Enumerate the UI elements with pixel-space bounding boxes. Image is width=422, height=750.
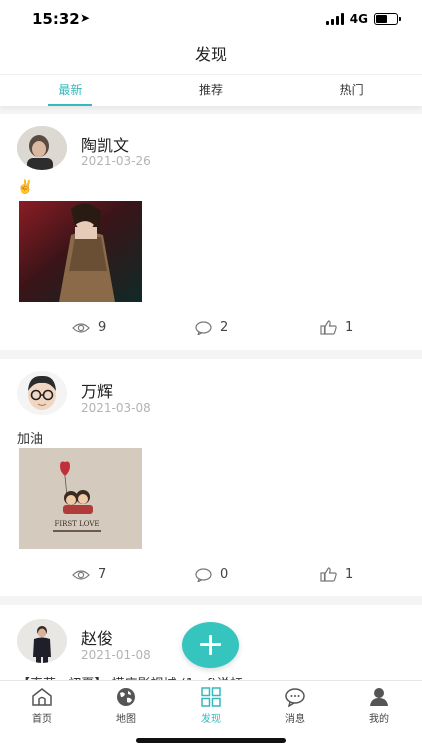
network-type: 4G [349, 12, 368, 26]
page-title: 发现 [194, 45, 227, 64]
eye-icon [72, 322, 90, 333]
grid-icon [201, 687, 221, 707]
post-card[interactable]: 万辉 2021-03-08 加油 FIRST LOVE 7 0 1 [0, 359, 422, 596]
post-stats: 7 0 1 [0, 567, 422, 587]
tab-latest[interactable]: 最新 [0, 75, 141, 106]
post-date: 2021-01-08 [81, 648, 151, 662]
add-post-button[interactable] [182, 622, 239, 668]
status-indicators: 4G [325, 12, 401, 26]
avatar[interactable] [17, 371, 67, 415]
avatar[interactable] [17, 126, 67, 170]
comment-count: 0 [220, 567, 229, 582]
tabbar-messages[interactable]: 消息 [265, 687, 325, 725]
tabbar-map-label: 地图 [116, 714, 136, 725]
like-button[interactable]: 1 [320, 567, 353, 582]
chat-icon [285, 688, 305, 707]
post-content: 加油 [17, 432, 44, 447]
person-icon [370, 688, 388, 706]
tabbar-messages-label: 消息 [285, 714, 305, 725]
tabbar-profile-label: 我的 [369, 714, 389, 725]
avatar[interactable] [17, 619, 67, 663]
author-name[interactable]: 万辉 [81, 378, 113, 402]
page-header: 发现 [0, 40, 422, 74]
thumbs-up-icon [320, 320, 337, 335]
thumbs-up-icon [320, 567, 337, 582]
view-count: 7 [72, 567, 106, 582]
view-count-value: 7 [98, 567, 107, 582]
tabbar-discover[interactable]: 发现 [181, 687, 241, 725]
author-name[interactable]: 陶凯文 [81, 132, 129, 156]
comment-icon [195, 320, 212, 335]
post-card[interactable]: 陶凯文 2021-03-26 ✌️ 9 2 1 [0, 114, 422, 350]
home-indicator [136, 738, 286, 743]
eye-icon [72, 569, 90, 580]
home-icon [32, 688, 52, 706]
status-bar: 15:32 ➤ 4G [0, 0, 422, 40]
tabbar-discover-label: 发现 [201, 714, 221, 725]
feed-tabs: 最新 推荐 热门 [0, 74, 422, 106]
tabbar-home[interactable]: 首页 [12, 687, 72, 725]
like-count: 1 [345, 320, 354, 335]
like-count: 1 [345, 567, 354, 582]
author-name[interactable]: 赵俊 [81, 625, 113, 649]
tabbar-map[interactable]: 地图 [96, 687, 156, 725]
tabbar-profile[interactable]: 我的 [349, 687, 409, 725]
comment-count: 2 [220, 320, 229, 335]
comment-button[interactable]: 2 [195, 320, 228, 335]
location-arrow-icon: ➤ [80, 11, 91, 25]
post-image[interactable]: FIRST LOVE [19, 448, 142, 549]
status-time: 15:32 [32, 10, 80, 28]
post-image[interactable] [19, 201, 142, 302]
post-content: ✌️ [17, 180, 34, 195]
view-count: 9 [72, 320, 106, 335]
image-caption: FIRST LOVE [54, 520, 99, 528]
globe-icon [117, 688, 135, 706]
battery-icon [374, 13, 401, 25]
post-stats: 9 2 1 [0, 320, 422, 340]
like-button[interactable]: 1 [320, 320, 353, 335]
view-count-value: 9 [98, 320, 107, 335]
comment-button[interactable]: 0 [195, 567, 228, 582]
post-date: 2021-03-08 [81, 401, 151, 415]
tabbar-home-label: 首页 [32, 714, 52, 725]
post-date: 2021-03-26 [81, 154, 151, 168]
comment-icon [195, 567, 212, 582]
tab-recommended[interactable]: 推荐 [141, 75, 282, 106]
battery-level [376, 15, 387, 23]
signal-icon [325, 13, 344, 25]
tab-popular[interactable]: 热门 [281, 75, 422, 106]
